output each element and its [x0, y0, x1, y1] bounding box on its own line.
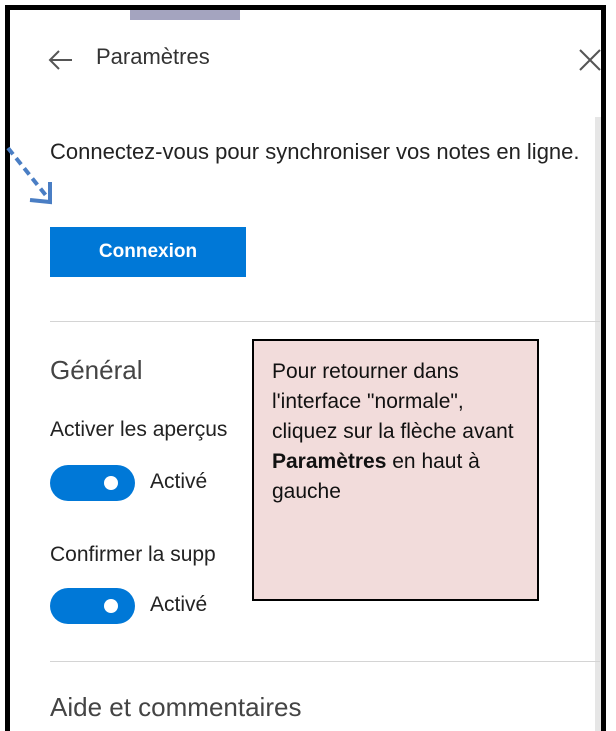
- setting-label-confirm-delete: Confirmer la supp: [50, 543, 216, 566]
- toggle-state-previews: Activé: [150, 470, 208, 493]
- signin-button[interactable]: Connexion: [50, 227, 246, 277]
- section-heading-help: Aide et commentaires: [50, 692, 302, 722]
- toggle-previews[interactable]: [50, 465, 135, 501]
- annotation-arrow-icon: [6, 146, 52, 205]
- scrollbar[interactable]: [595, 117, 601, 731]
- annotation-callout: Pour retourner dans l'interface "normale…: [252, 339, 539, 601]
- arrow-left-icon[interactable]: [42, 42, 78, 78]
- callout-text: Pour retourner dans l'interface "normale…: [272, 360, 514, 443]
- page-title: Paramètres: [96, 44, 210, 69]
- callout-bold-text: Paramètres: [272, 450, 387, 473]
- toggle-knob: [104, 599, 118, 613]
- divider: [50, 321, 600, 322]
- setting-label-previews: Activer les aperçus: [50, 418, 228, 441]
- close-icon[interactable]: [576, 46, 601, 74]
- toggle-confirm-delete[interactable]: [50, 588, 135, 624]
- divider: [50, 661, 600, 662]
- settings-header: Paramètres: [10, 10, 601, 106]
- toggle-state-confirm-delete: Activé: [150, 593, 208, 616]
- sync-message: Connectez-vous pour synchroniser vos not…: [50, 139, 580, 164]
- toggle-knob: [104, 476, 118, 490]
- section-heading-general: Général: [50, 355, 143, 385]
